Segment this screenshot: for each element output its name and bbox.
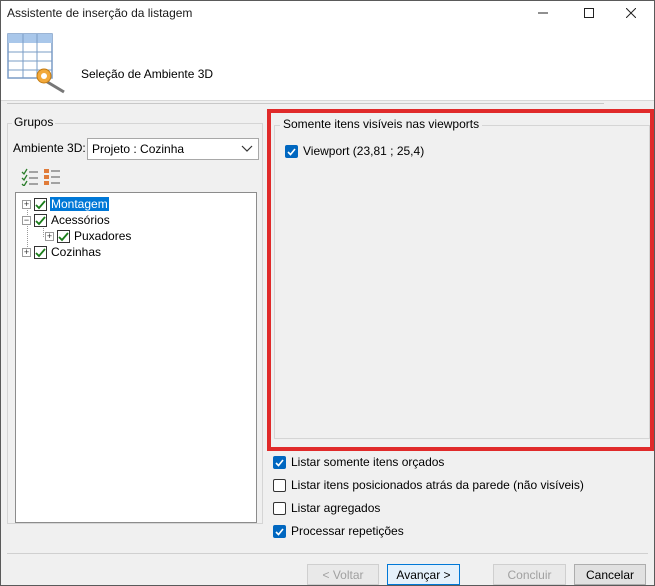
tree-node-label[interactable]: Puxadores [73, 229, 132, 243]
option-aggregates[interactable]: Listar agregados [273, 501, 380, 515]
checkmark-icon [35, 215, 46, 225]
checkbox[interactable] [34, 213, 47, 227]
environment-select-value: Projeto : Cozinha [92, 142, 185, 156]
title-bar: Assistente de inserção da listagem [1, 1, 654, 25]
option-repetitions[interactable]: Processar repetições [273, 524, 404, 538]
chevron-down-icon [241, 145, 253, 152]
groups-tree[interactable]: + Montagem − Acessórios + Puxadores + Co… [15, 192, 257, 523]
minimize-icon [538, 12, 548, 14]
uncheck-all-icon[interactable] [43, 168, 61, 186]
environment-label: Ambiente 3D: [13, 141, 86, 155]
tree-node-label[interactable]: Acessórios [50, 213, 111, 227]
close-icon [626, 8, 636, 18]
checkmark-icon [35, 199, 46, 209]
checkbox[interactable] [34, 245, 47, 259]
finish-button[interactable]: Concluir [493, 564, 566, 585]
checkbox-unchecked[interactable] [273, 501, 286, 515]
header-divider [7, 103, 604, 104]
checkmark-icon [58, 231, 69, 241]
tree-node-puxadores[interactable]: + Puxadores [45, 228, 132, 244]
groups-label: Grupos [12, 115, 56, 129]
minimize-button[interactable] [520, 1, 566, 25]
highlight-frame [267, 109, 654, 451]
checkmark-icon [275, 458, 284, 467]
tree-node-montagem[interactable]: + Montagem [22, 196, 109, 212]
expand-icon[interactable]: + [22, 199, 31, 209]
step-title: Seleção de Ambiente 3D [81, 67, 214, 81]
expand-icon[interactable]: + [45, 231, 54, 241]
cancel-button[interactable]: Cancelar [574, 564, 646, 585]
option-label: Listar somente itens orçados [291, 455, 445, 469]
maximize-icon [584, 8, 594, 18]
table-wizard-icon [7, 33, 65, 94]
wizard-window: Assistente de inserção da listagem Seleç… [0, 0, 655, 586]
check-all-icon[interactable] [21, 168, 39, 186]
maximize-button[interactable] [566, 1, 612, 25]
footer-separator [7, 553, 648, 554]
checkbox-checked[interactable] [273, 455, 286, 469]
checkbox-checked[interactable] [273, 524, 286, 538]
option-label: Listar itens posicionados atrás da pared… [291, 478, 584, 492]
checkbox[interactable] [34, 197, 47, 211]
back-button[interactable]: < Voltar [307, 564, 379, 585]
checkmark-icon [275, 527, 284, 536]
next-button[interactable]: Avançar > [387, 564, 460, 585]
tree-node-label[interactable]: Cozinhas [50, 245, 102, 259]
wizard-header: Seleção de Ambiente 3D [1, 25, 654, 101]
option-only-budgeted[interactable]: Listar somente itens orçados [273, 455, 444, 469]
expand-icon[interactable]: + [22, 247, 31, 257]
checkbox[interactable] [57, 229, 70, 243]
tree-node-acessorios[interactable]: − Acessórios [22, 212, 111, 228]
window-title: Assistente de inserção da listagem [7, 6, 193, 20]
checkmark-icon [35, 247, 46, 257]
tree-node-cozinhas[interactable]: + Cozinhas [22, 244, 102, 260]
tree-node-label[interactable]: Montagem [50, 197, 109, 211]
close-button[interactable] [608, 1, 654, 25]
option-label: Processar repetições [291, 524, 404, 538]
option-label: Listar agregados [291, 501, 381, 515]
checkbox-unchecked[interactable] [273, 478, 286, 492]
environment-select[interactable]: Projeto : Cozinha [87, 138, 259, 160]
collapse-icon[interactable]: − [22, 215, 31, 225]
option-behind-wall[interactable]: Listar itens posicionados atrás da pared… [273, 478, 584, 492]
